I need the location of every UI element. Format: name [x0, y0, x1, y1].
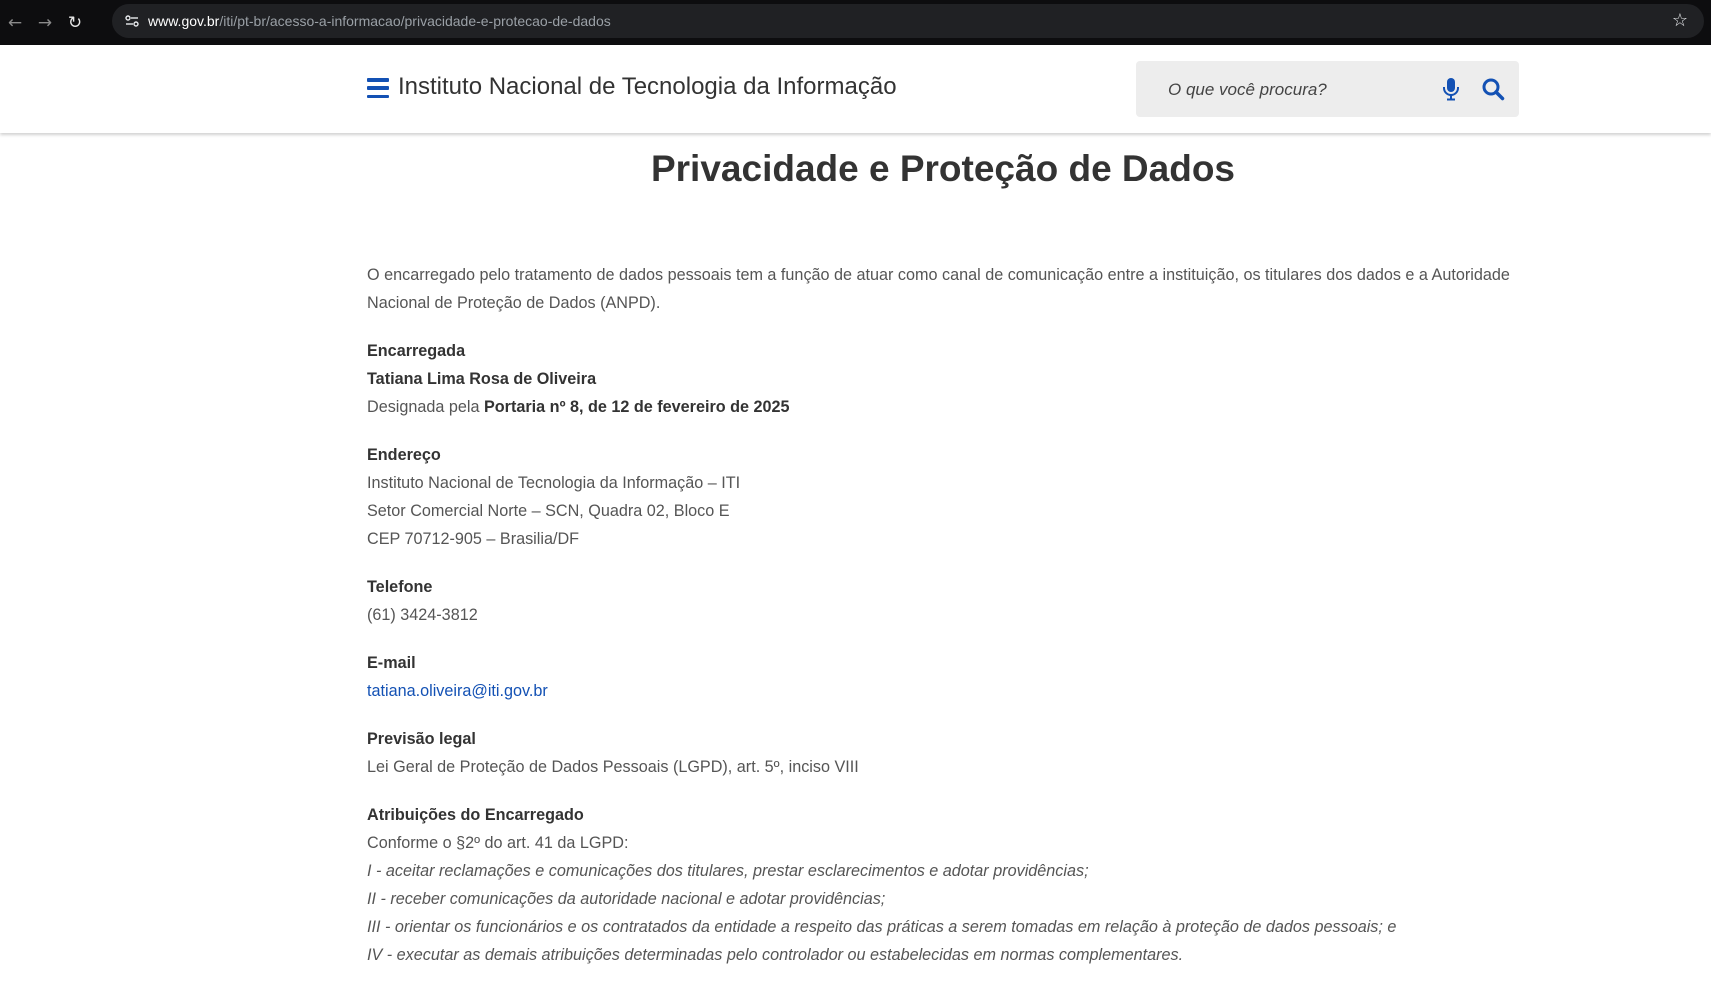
- designation-act: Portaria nº 8, de 12 de fevereiro de 202…: [484, 398, 790, 416]
- endereco-section: Endereço Instituto Nacional de Tecnologi…: [367, 441, 1519, 553]
- url-text[interactable]: www.gov.br/iti/pt-br/acesso-a-informacao…: [148, 13, 611, 29]
- site-info-icon[interactable]: [116, 5, 148, 37]
- search-box: [1136, 61, 1519, 119]
- atribuicao-item: III - orientar os funcionários e os cont…: [367, 918, 1397, 936]
- site-title[interactable]: Instituto Nacional de Tecnologia da Info…: [398, 73, 897, 101]
- telefone-section: Telefone (61) 3424-3812: [367, 573, 1519, 629]
- search-input[interactable]: [1166, 61, 1420, 119]
- address-line: CEP 70712-905 – Brasilia/DF: [367, 530, 580, 548]
- address-line: Instituto Nacional de Tecnologia da Info…: [367, 474, 741, 492]
- main-content: Privacidade e Proteção de Dados O encarr…: [367, 133, 1519, 989]
- atribuicoes-intro: Conforme o §2º do art. 41 da LGPD:: [367, 834, 629, 852]
- atribuicoes-section: Atribuições do Encarregado Conforme o §2…: [367, 801, 1519, 969]
- search-icon[interactable]: [1481, 77, 1505, 101]
- telefone-value: (61) 3424-3812: [367, 606, 478, 624]
- encarregada-section: Encarregada Tatiana Lima Rosa de Oliveir…: [367, 337, 1519, 421]
- atribuicoes-label: Atribuições do Encarregado: [367, 806, 584, 824]
- encarregada-name: Tatiana Lima Rosa de Oliveira: [367, 370, 597, 388]
- menu-icon[interactable]: [367, 78, 389, 98]
- previsao-legal-section: Previsão legal Lei Geral de Proteção de …: [367, 725, 1519, 781]
- bookmark-star-icon[interactable]: ☆: [1672, 11, 1688, 31]
- designation-prefix: Designada pela: [367, 398, 484, 416]
- previsao-legal-value: Lei Geral de Proteção de Dados Pessoais …: [367, 758, 859, 776]
- atribuicao-item: II - receber comunicações da autoridade …: [367, 890, 886, 908]
- url-path: /iti/pt-br/acesso-a-informacao/privacida…: [219, 13, 611, 29]
- forward-arrow-icon[interactable]: →: [30, 8, 60, 38]
- intro-paragraph: O encarregado pelo tratamento de dados p…: [367, 266, 1510, 312]
- email-label: E-mail: [367, 654, 416, 672]
- telefone-label: Telefone: [367, 578, 433, 596]
- site-header: Instituto Nacional de Tecnologia da Info…: [0, 45, 1711, 133]
- email-link[interactable]: tatiana.oliveira@iti.gov.br: [367, 682, 548, 700]
- endereco-label: Endereço: [367, 446, 441, 464]
- browser-toolbar: ← → ↻ www.gov.br/iti/pt-br/acesso-a-info…: [0, 0, 1711, 45]
- address-bar[interactable]: www.gov.br/iti/pt-br/acesso-a-informacao…: [112, 4, 1704, 38]
- encarregada-label: Encarregada: [367, 342, 466, 360]
- article-body: O encarregado pelo tratamento de dados p…: [367, 261, 1519, 969]
- designation-line: Designada pela Portaria nº 8, de 12 de f…: [367, 393, 1519, 421]
- page-title: Privacidade e Proteção de Dados: [650, 148, 1235, 189]
- address-line: Setor Comercial Norte – SCN, Quadra 02, …: [367, 502, 730, 520]
- atribuicao-item: I - aceitar reclamações e comunicações d…: [367, 862, 1089, 880]
- previsao-legal-label: Previsão legal: [367, 730, 476, 748]
- url-host: www.gov.br: [148, 13, 220, 29]
- back-arrow-icon[interactable]: ←: [0, 8, 30, 38]
- reload-icon[interactable]: ↻: [60, 8, 90, 38]
- email-section: E-mail tatiana.oliveira@iti.gov.br: [367, 649, 1519, 705]
- microphone-icon[interactable]: [1442, 77, 1460, 101]
- atribuicao-item: IV - executar as demais atribuições dete…: [367, 946, 1184, 964]
